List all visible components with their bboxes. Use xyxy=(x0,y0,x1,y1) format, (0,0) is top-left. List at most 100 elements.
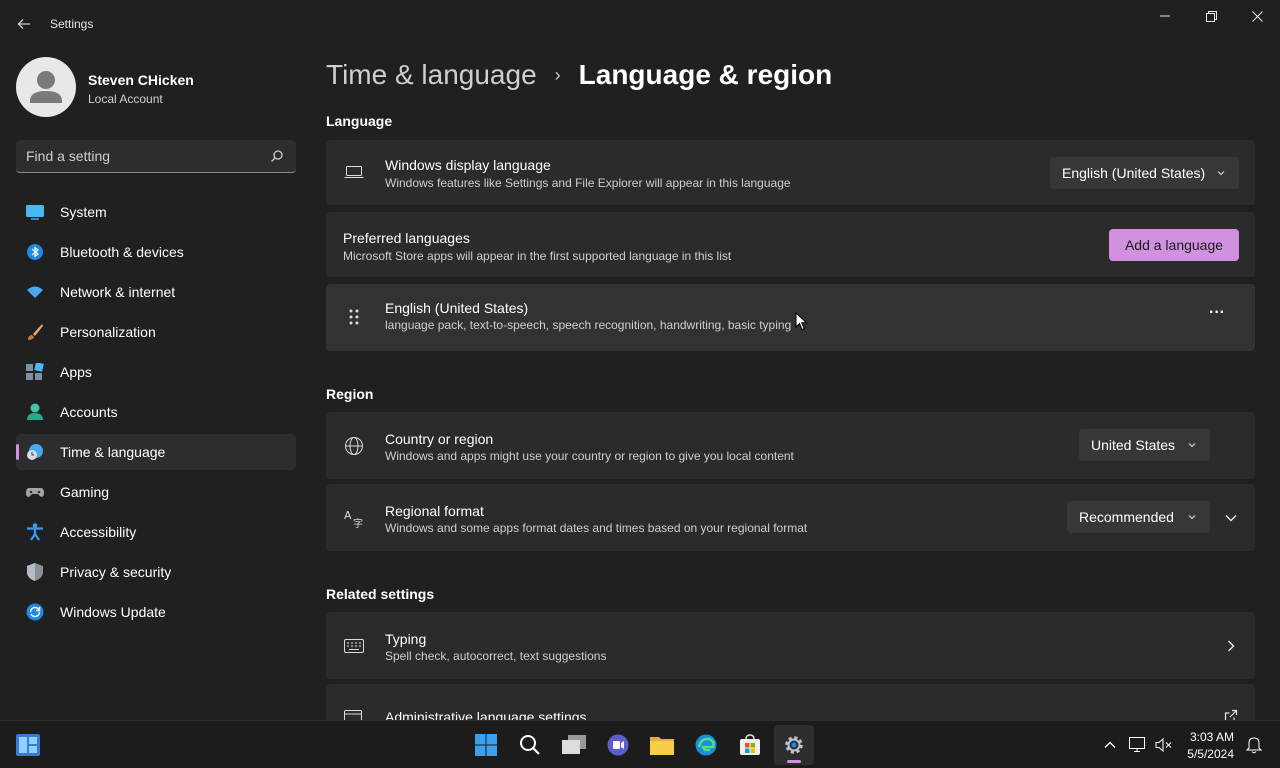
display-language-dropdown[interactable]: English (United States) xyxy=(1050,157,1239,189)
sidebar-item-privacy[interactable]: Privacy & security xyxy=(16,554,296,590)
network-monitor-icon xyxy=(1129,737,1145,752)
gear-icon xyxy=(785,736,803,754)
store-button[interactable] xyxy=(730,725,770,765)
sidebar-item-apps[interactable]: Apps xyxy=(16,354,296,390)
sidebar-item-accounts[interactable]: Accounts xyxy=(16,394,296,430)
display-language-card: Windows display language Windows feature… xyxy=(326,140,1255,205)
time-language-icon xyxy=(26,443,44,461)
update-icon xyxy=(26,603,44,621)
language-list-item[interactable]: English (United States) language pack, t… xyxy=(326,284,1255,351)
sidebar-item-personalization[interactable]: Personalization xyxy=(16,314,296,350)
sidebar-item-bluetooth[interactable]: Bluetooth & devices xyxy=(16,234,296,270)
widgets-button[interactable] xyxy=(8,725,48,765)
minimize-button[interactable] xyxy=(1142,0,1188,32)
breadcrumb-separator: › xyxy=(554,64,561,85)
sidebar-item-windows-update[interactable]: Windows Update xyxy=(16,594,296,630)
svg-text:字: 字 xyxy=(353,517,363,528)
settings-taskbar-button[interactable] xyxy=(774,725,814,765)
taskbar-search-button[interactable] xyxy=(510,725,550,765)
search-icon[interactable] xyxy=(270,149,284,163)
back-button[interactable] xyxy=(12,12,36,36)
sidebar-item-label: Gaming xyxy=(60,484,110,500)
card-subtitle: Spell check, autocorrect, text suggestio… xyxy=(385,649,607,663)
globe-icon xyxy=(344,436,364,456)
add-language-button[interactable]: Add a language xyxy=(1109,229,1239,261)
sidebar-item-accessibility[interactable]: Accessibility xyxy=(16,514,296,550)
card-title: Preferred languages xyxy=(343,230,470,246)
sidebar-item-label: Bluetooth & devices xyxy=(60,244,184,260)
sidebar-item-network[interactable]: Network & internet xyxy=(16,274,296,310)
country-dropdown[interactable]: United States xyxy=(1079,429,1210,461)
chevron-up-icon xyxy=(1104,741,1116,748)
breadcrumb-parent[interactable]: Time & language xyxy=(326,59,537,91)
chevron-down-icon xyxy=(1217,171,1225,176)
apps-icon xyxy=(26,363,44,381)
svg-text:A: A xyxy=(344,509,352,522)
admin-language-card[interactable]: Administrative language settings xyxy=(326,684,1255,720)
network-icon xyxy=(26,283,44,301)
sidebar-item-label: Personalization xyxy=(60,324,156,340)
sidebar-item-time-language[interactable]: Time & language xyxy=(16,434,296,470)
close-button[interactable] xyxy=(1234,0,1280,32)
brush-icon xyxy=(26,323,44,341)
windows-logo-icon xyxy=(475,734,497,756)
dropdown-value: United States xyxy=(1091,437,1176,453)
drag-handle-icon[interactable] xyxy=(344,307,364,327)
typing-card[interactable]: Typing Spell check, autocorrect, text su… xyxy=(326,612,1255,679)
shield-icon xyxy=(26,563,44,581)
volume-button[interactable] xyxy=(1154,735,1174,755)
regional-format-card[interactable]: A字 Regional format Windows and some apps… xyxy=(326,484,1255,551)
sidebar-item-label: System xyxy=(60,204,107,220)
edge-browser-icon xyxy=(695,734,717,756)
show-hidden-icons-button[interactable] xyxy=(1100,735,1120,755)
sidebar-item-label: Time & language xyxy=(60,444,166,460)
external-link-icon xyxy=(1224,709,1238,720)
search-input[interactable] xyxy=(26,146,256,166)
app-title: Settings xyxy=(50,17,94,31)
file-explorer-button[interactable] xyxy=(642,725,682,765)
widgets-icon xyxy=(16,734,40,756)
language-format-icon: A字 xyxy=(344,508,364,528)
bluetooth-icon xyxy=(26,243,44,261)
sidebar-item-system[interactable]: System xyxy=(16,194,296,230)
clock-date[interactable]: 5/5/2024 xyxy=(1187,747,1234,761)
card-subtitle: Microsoft Store apps will appear in the … xyxy=(343,249,732,263)
account-type: Local Account xyxy=(88,92,163,106)
country-region-card: Country or region Windows and apps might… xyxy=(326,412,1255,479)
main-content: Time & language › Language & region Lang… xyxy=(310,48,1280,720)
sidebar-item-gaming[interactable]: Gaming xyxy=(16,474,296,510)
sidebar-item-label: Windows Update xyxy=(60,604,166,620)
minimize-icon xyxy=(1160,15,1170,17)
card-subtitle: language pack, text-to-speech, speech re… xyxy=(385,318,792,332)
teams-button[interactable] xyxy=(598,725,638,765)
user-name: Steven CHicken xyxy=(88,72,194,88)
sidebar-item-label: Apps xyxy=(60,364,92,380)
sidebar-item-label: Network & internet xyxy=(60,284,176,300)
speaker-muted-icon xyxy=(1155,737,1172,753)
task-view-button[interactable] xyxy=(554,725,594,765)
network-status-button[interactable] xyxy=(1128,735,1148,755)
search-icon xyxy=(520,735,540,755)
gamepad-icon xyxy=(26,483,44,501)
laptop-icon xyxy=(344,162,364,182)
more-options-button[interactable]: ··· xyxy=(1202,304,1232,328)
clock-time[interactable]: 3:03 AM xyxy=(1190,730,1234,744)
restore-button[interactable] xyxy=(1188,0,1234,32)
notifications-button[interactable] xyxy=(1244,735,1264,755)
chevron-right-icon xyxy=(1228,640,1235,652)
card-title: Windows display language xyxy=(385,157,551,173)
dropdown-value: Recommended xyxy=(1079,509,1174,525)
card-title: Regional format xyxy=(385,503,484,519)
dropdown-value: English (United States) xyxy=(1062,165,1206,181)
search-box xyxy=(16,140,296,173)
task-view-icon xyxy=(562,735,586,754)
edge-button[interactable] xyxy=(686,725,726,765)
avatar[interactable] xyxy=(16,57,76,117)
card-title: Country or region xyxy=(385,431,494,447)
taskbar: 3:03 AM 5/5/2024 xyxy=(0,720,1280,768)
expand-chevron-icon[interactable] xyxy=(1224,511,1238,525)
start-button[interactable] xyxy=(466,725,506,765)
regional-format-dropdown[interactable]: Recommended xyxy=(1067,501,1210,533)
card-title: Typing xyxy=(385,631,427,647)
bell-icon xyxy=(1246,737,1262,754)
